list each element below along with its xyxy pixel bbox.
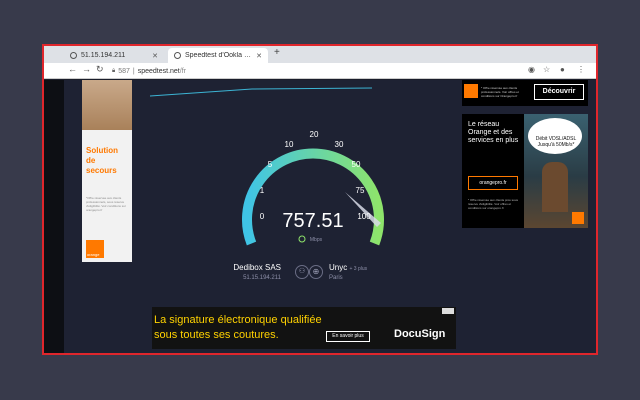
orangepro-button[interactable]: orangepro.fr [468, 176, 518, 190]
globe-icon: ⊕ [309, 265, 323, 279]
host-more-link[interactable]: + 3 plus [349, 266, 367, 272]
reload-icon[interactable]: ↻ [96, 64, 104, 75]
orange-logo: orange [86, 240, 104, 258]
new-tab-icon[interactable]: + [274, 47, 280, 58]
url-field[interactable]: 🔒︎ 587 | speedtest.net /fr [112, 65, 522, 77]
speed-unit: Mbps [310, 237, 323, 243]
host-city: Paris [329, 275, 343, 281]
ad-person [542, 162, 568, 212]
speed-graph-line [149, 87, 373, 97]
menu-icon[interactable]: ⋮ [577, 65, 585, 74]
download-icon [298, 235, 306, 243]
gauge-tick: 5 [268, 160, 273, 169]
forward-icon[interactable]: → [82, 64, 91, 74]
host-label: Unyc [329, 263, 348, 272]
left-edge [44, 80, 64, 353]
tab-title: 51.15.194.211 [81, 52, 126, 59]
host-info[interactable]: ⊕ Unyc + 3 plus Paris [309, 263, 389, 293]
ad-headline-line1: La signature électronique qualifiée [154, 314, 322, 326]
user-icon: ⚇ [295, 265, 309, 279]
speedtest-icon [174, 52, 181, 59]
ad-headline: Solution de secours [86, 146, 118, 175]
close-icon[interactable]: ✕ [152, 52, 158, 60]
address-bar: ← → ↻ 🔒︎ 587 | speedtest.net /fr ◉ ☆ ● ⋮ [44, 63, 596, 79]
back-icon[interactable]: ← [68, 64, 77, 74]
close-icon[interactable]: ✕ [256, 52, 262, 60]
orange-logo [464, 84, 478, 98]
tab-ip-address[interactable]: 51.15.194.211 ✕ [64, 48, 164, 63]
ad-photo [82, 80, 132, 130]
globe-icon [70, 52, 77, 59]
speed-gauge: 0 1 5 10 20 30 50 75 100 757.51 Mbps [149, 87, 384, 246]
lock-icon: 🔒︎ [112, 67, 116, 74]
gauge-tick: 50 [352, 160, 361, 169]
learn-more-button[interactable]: En savoir plus [326, 331, 370, 342]
host-name: Unyc + 3 plus [329, 263, 367, 272]
ad-headline: Le réseau Orange et des services en plus [468, 121, 519, 144]
url-domain: speedtest.net [137, 67, 180, 75]
url-path: /fr [179, 67, 186, 75]
right-ad[interactable]: Débit VDSL/ADSL Jusqu'à 50Mb/s* Le résea… [462, 114, 588, 228]
url-port: 587 [118, 67, 130, 75]
page-content: Solution de secours *Offre réservée aux … [44, 80, 596, 353]
gauge-tick: 30 [335, 140, 344, 149]
server-name: Dedibox SAS [233, 263, 281, 272]
ad-fine-print: *Offre réservée aux clients professionne… [86, 196, 126, 212]
ad-headline-line2: sous toutes ses coutures. [154, 329, 279, 341]
gauge-tick: 0 [260, 212, 265, 221]
top-right-ad[interactable]: * Offre réservée aux clients professionn… [462, 80, 588, 106]
server-ip: 51.15.194.211 [243, 275, 281, 281]
browser-window: 51.15.194.211 ✕ Speedtest d'Ookla – le t… [42, 44, 598, 355]
gauge-tick: 20 [310, 130, 319, 139]
star-icon[interactable]: ☆ [543, 65, 550, 74]
discover-button[interactable]: Découvrir [534, 84, 584, 100]
gauge-tick: 10 [285, 140, 294, 149]
account-icon[interactable]: ● [560, 65, 565, 74]
ad-fine-print: * Offre réservée aux clients pros sous r… [468, 198, 518, 210]
adchoices-icon[interactable] [442, 308, 454, 314]
bottom-ad[interactable]: La signature électronique qualifiée sous… [152, 307, 456, 349]
gauge-tick: 1 [260, 186, 265, 195]
gauge-tick: 100 [357, 212, 371, 221]
ad-fine-print: * Offre réservée aux clients professionn… [481, 86, 519, 98]
left-ad[interactable]: Solution de secours *Offre réservée aux … [82, 80, 132, 262]
eye-icon[interactable]: ◉ [528, 65, 535, 74]
tab-bar: 51.15.194.211 ✕ Speedtest d'Ookla – le t… [44, 46, 596, 63]
tab-speedtest[interactable]: Speedtest d'Ookla – le test ✕ [168, 48, 268, 63]
ad-bubble-text: Débit VDSL/ADSL Jusqu'à 50Mb/s* [535, 136, 577, 148]
docusign-logo: DocuSign [394, 328, 446, 340]
speed-value: 757.51 [282, 210, 343, 232]
separator: | [132, 67, 135, 75]
tab-title: Speedtest d'Ookla – le test [185, 52, 252, 59]
gauge-tick: 75 [356, 186, 365, 195]
orange-logo [572, 212, 584, 224]
